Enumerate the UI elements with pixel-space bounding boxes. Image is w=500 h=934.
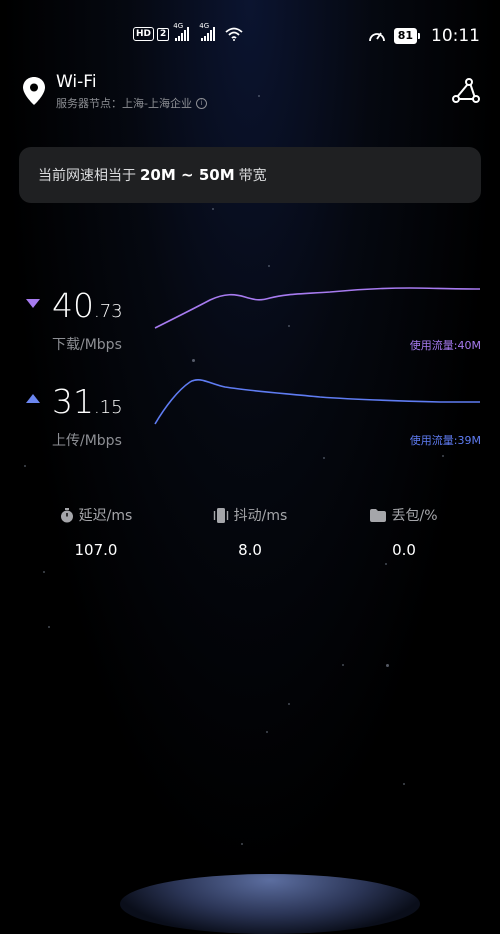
stats-row: 延迟/ms 107.0 抖动/ms 8.0 丢包/% 0.0 [0, 505, 500, 565]
star [241, 843, 243, 845]
bandwidth-banner: 当前网速相当于 20M ~ 50M 带宽 [19, 147, 481, 203]
upload-chart [154, 379, 480, 425]
star [48, 626, 50, 628]
packet-loss-value: 0.0 [392, 541, 416, 559]
download-usage: 使用流量:40M [409, 339, 481, 352]
sim-label: 2 [157, 27, 170, 41]
bandwidth-prefix: 当前网速相当于 [38, 168, 136, 184]
download-speed: 40.73 [52, 286, 123, 325]
speedometer-icon [368, 32, 385, 42]
star [268, 265, 270, 267]
bandwidth-range: 20M ~ 50M [140, 166, 235, 184]
jitter-label: 抖动/ms [233, 508, 288, 524]
upload-value-dec: .15 [94, 397, 123, 418]
status-left: HD 2 4G 4G [133, 22, 243, 41]
download-line [154, 287, 481, 329]
star [212, 208, 214, 210]
bandwidth-suffix: 带宽 [238, 168, 267, 184]
server-node-label: 服务器节点：上海-上海企业 [56, 97, 192, 110]
latency-value: 107.0 [74, 541, 118, 559]
upload-label: 上传/Mbps [52, 433, 122, 449]
star [342, 664, 344, 666]
star [386, 664, 389, 667]
star [266, 731, 268, 733]
upload-value-int: 31 [52, 382, 94, 421]
upload-line [154, 379, 480, 425]
download-label: 下载/Mbps [52, 337, 122, 353]
star [43, 571, 45, 573]
packet-loss-stat: 丢包/% 0.0 [334, 505, 474, 559]
status-bar: HD 2 4G 4G 81 10:11 [0, 0, 500, 74]
star [288, 703, 290, 705]
upload-usage: 使用流量:39M [409, 434, 481, 447]
star [24, 465, 26, 467]
star [403, 783, 405, 785]
header: Wi-Fi 服务器节点：上海-上海企业 i [20, 72, 480, 116]
vibrate-icon [213, 507, 228, 523]
network-4g-1: 4G [173, 22, 190, 41]
download-chart [154, 287, 481, 329]
packet-loss-label: 丢包/% [391, 508, 438, 524]
network-4g-2: 4G [199, 22, 216, 41]
server-node[interactable]: 服务器节点：上海-上海企业 i [56, 95, 207, 111]
share-icon[interactable] [452, 78, 480, 104]
info-icon[interactable]: i [195, 97, 207, 109]
latency-stat: 延迟/ms 107.0 [26, 505, 166, 559]
wifi-icon [225, 27, 243, 41]
star [192, 359, 195, 362]
battery-indicator: 81 [393, 28, 421, 44]
download-arrow-icon [26, 299, 40, 308]
status-right: 81 10:11 [368, 26, 480, 46]
upload-speed: 31.15 [52, 382, 123, 421]
jitter-value: 8.0 [238, 541, 262, 559]
star [323, 457, 325, 459]
location-pin-icon [23, 77, 45, 105]
clock: 10:11 [431, 26, 480, 46]
bandwidth-text: 当前网速相当于 20M ~ 50M 带宽 [38, 165, 267, 185]
stopwatch-icon [60, 507, 73, 522]
latency-label: 延迟/ms [78, 508, 133, 524]
hd-badge: HD [133, 27, 155, 41]
star [442, 455, 444, 457]
jitter-stat: 抖动/ms 8.0 [180, 505, 320, 559]
download-value-int: 40 [52, 286, 94, 325]
network-title: Wi-Fi [56, 72, 97, 92]
upload-arrow-icon [26, 394, 40, 403]
download-value-dec: .73 [94, 301, 123, 322]
planet-horizon [120, 874, 420, 934]
folder-icon [370, 508, 387, 522]
